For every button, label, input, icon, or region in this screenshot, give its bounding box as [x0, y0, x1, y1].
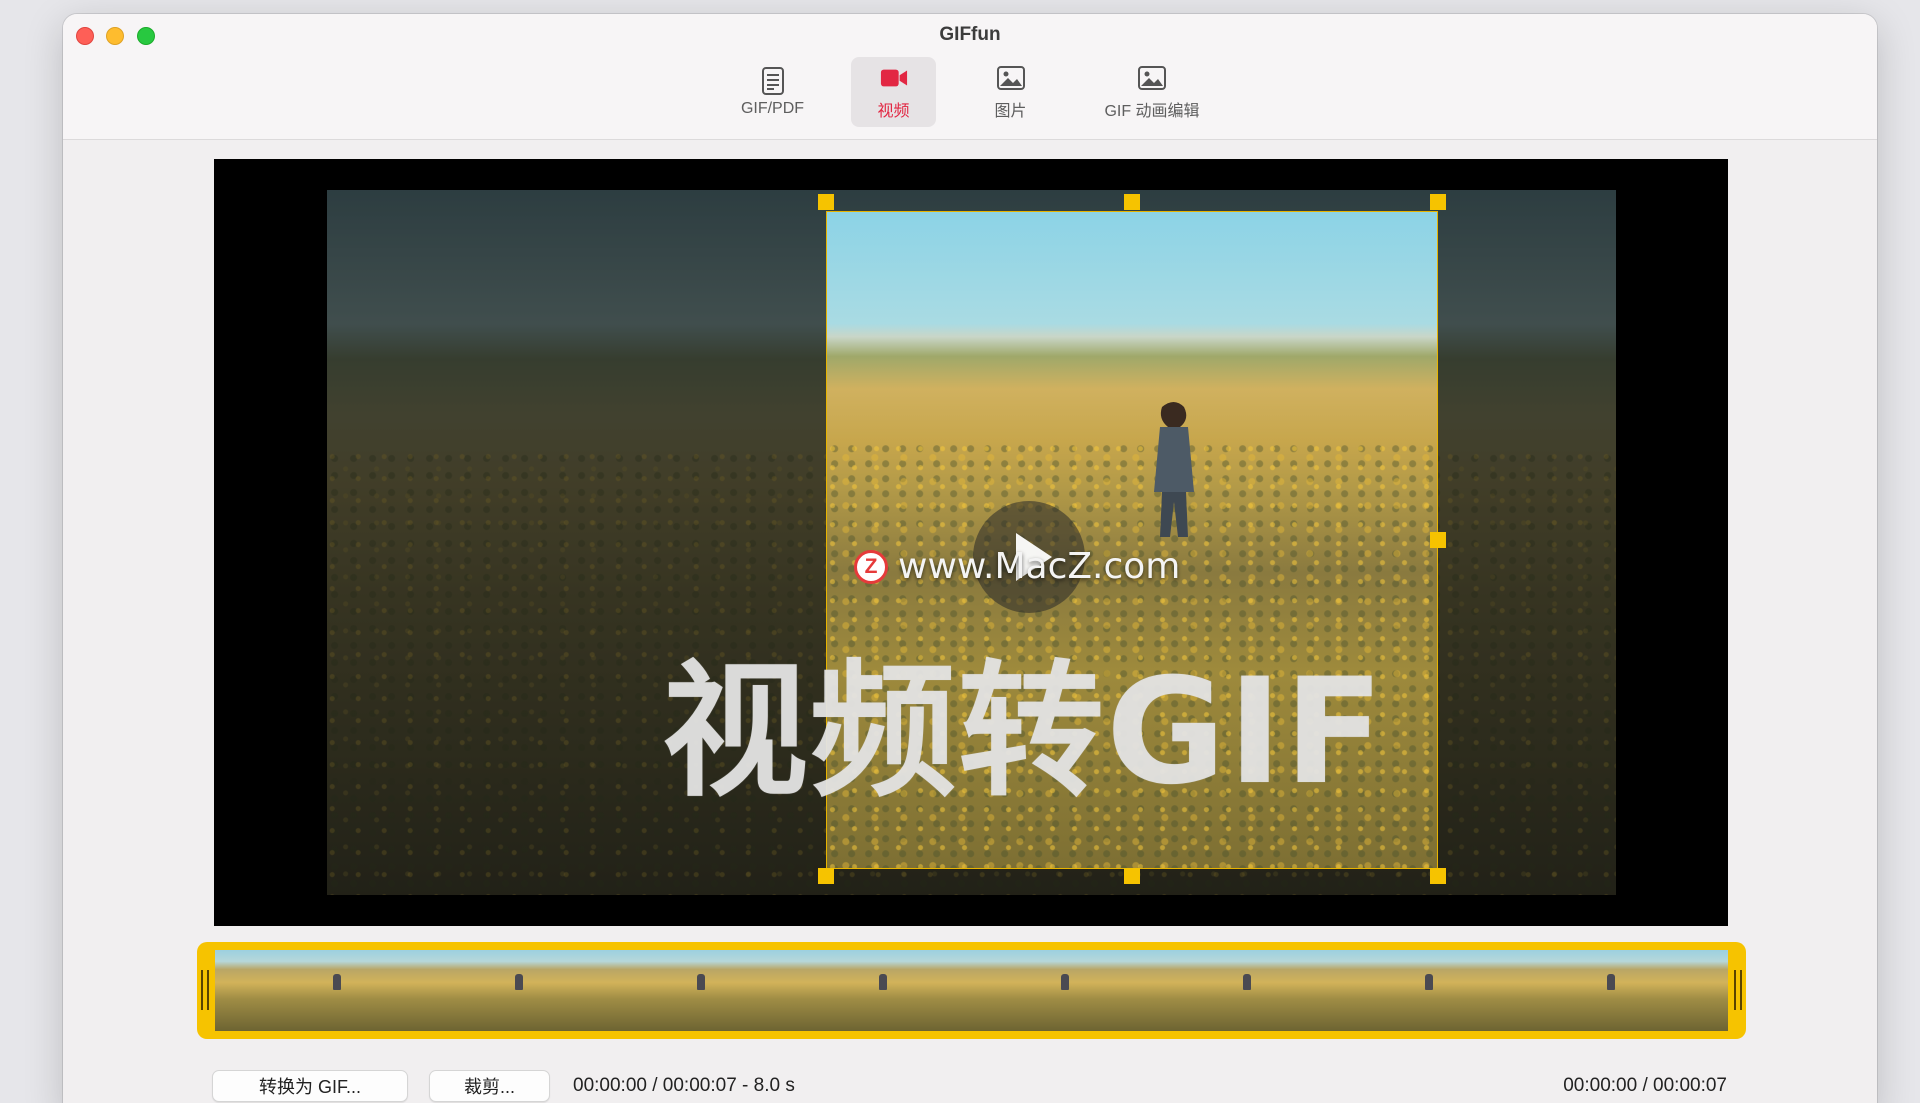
- tab-video[interactable]: 视频: [851, 57, 936, 127]
- timeline-start-handle[interactable]: [201, 970, 209, 1010]
- crop-handle-top-right[interactable]: [1430, 194, 1446, 210]
- image-icon: [996, 64, 1025, 92]
- document-icon: [759, 66, 787, 95]
- convert-to-gif-button[interactable]: 转换为 GIF...: [212, 1070, 408, 1102]
- video-caption: 视频转GIF: [662, 647, 1386, 817]
- tab-label: 图片: [994, 102, 1027, 120]
- video-camera-icon: [880, 64, 908, 92]
- person-figure: [1154, 402, 1194, 537]
- tab-label: GIF 动画编辑: [1104, 102, 1200, 120]
- timeline-frame: [1489, 950, 1672, 1031]
- timeline-frame: [579, 950, 762, 1031]
- image-icon: [1138, 64, 1166, 92]
- watermark-text: www.MacZ.com: [898, 546, 1181, 587]
- timeline-frame: [1307, 950, 1490, 1031]
- watermark-logo: Z: [854, 549, 888, 584]
- timeline-frame: [1125, 950, 1308, 1031]
- crop-handle-bottom-middle[interactable]: [1124, 868, 1140, 884]
- video-preview: Z www.MacZ.com 视频转GIF: [214, 159, 1728, 926]
- timeline-strip[interactable]: [197, 942, 1746, 1039]
- tab-gif-animation-edit[interactable]: GIF 动画编辑: [1091, 57, 1213, 127]
- watermark: Z www.MacZ.com: [854, 546, 1180, 587]
- app-window: GIFfun GIF/PDF 视频 图片 GIF 动画编辑 Z www.MacZ…: [63, 14, 1877, 1103]
- timeline-frame: [761, 950, 944, 1031]
- toolbar: GIFfun GIF/PDF 视频 图片 GIF 动画编辑: [63, 14, 1877, 140]
- selection-time: 00:00:00 / 00:00:07 - 8.0 s: [573, 1075, 795, 1096]
- crop-button[interactable]: 裁剪...: [429, 1070, 550, 1102]
- timeline-frame: [397, 950, 580, 1031]
- crop-handle-top-middle[interactable]: [1124, 194, 1140, 210]
- timeline-frame: [215, 950, 398, 1031]
- tab-label: 视频: [877, 102, 910, 120]
- window-title: GIFfun: [939, 24, 1001, 45]
- crop-dim-right: [1438, 190, 1616, 895]
- timeline-frame: [1671, 950, 1728, 1031]
- timeline-frame: [943, 950, 1126, 1031]
- crop-handle-middle-right[interactable]: [1430, 532, 1446, 548]
- crop-handle-bottom-right[interactable]: [1430, 868, 1446, 884]
- crop-handle-bottom-left[interactable]: [818, 868, 834, 884]
- timeline-end-handle[interactable]: [1734, 970, 1742, 1010]
- tab-label: GIF/PDF: [740, 99, 805, 117]
- tab-image[interactable]: 图片: [973, 57, 1048, 127]
- crop-handle-top-left[interactable]: [818, 194, 834, 210]
- playhead-time: 00:00:00 / 00:00:07: [1563, 1075, 1727, 1096]
- tab-gif-pdf[interactable]: GIF/PDF: [726, 57, 819, 127]
- timeline-frames: [215, 950, 1728, 1031]
